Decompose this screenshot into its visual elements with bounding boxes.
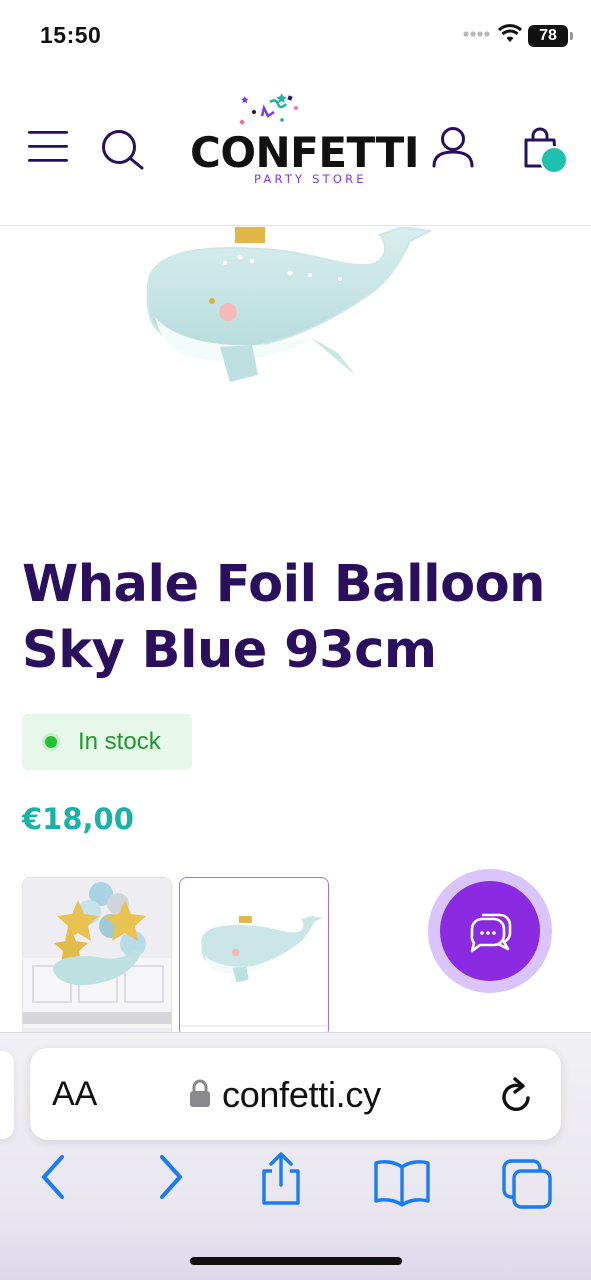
product-main-image <box>0 227 591 527</box>
back-icon[interactable] <box>36 1153 70 1201</box>
battery-icon: 78 <box>528 25 573 47</box>
signal-dots-icon <box>463 31 490 37</box>
reload-icon[interactable] <box>498 1074 536 1114</box>
battery-level: 78 <box>539 27 557 44</box>
share-icon[interactable] <box>256 1151 306 1207</box>
lock-icon <box>190 1079 210 1107</box>
chat-button-inner <box>440 881 540 981</box>
whale-thumbnail[interactable] <box>179 877 329 1037</box>
forward-icon[interactable] <box>154 1153 188 1201</box>
whale-balloon-image <box>146 227 434 382</box>
product-title: Whale Foil Balloon Sky Blue 93cm <box>22 555 545 680</box>
store-logo[interactable]: CONFETTI PARTY STORE <box>190 90 419 190</box>
status-bar: 15:50 78 <box>0 0 591 70</box>
balloon-bouquet-image <box>23 878 171 1036</box>
browser-toolbar: AA confetti.cy <box>0 1032 591 1280</box>
home-indicator[interactable] <box>190 1257 402 1265</box>
logo-subtitle: PARTY STORE <box>254 172 367 186</box>
cart-count-badge <box>540 146 568 174</box>
product-price: €18,00 <box>22 802 134 836</box>
chat-button[interactable] <box>428 869 552 993</box>
previous-tab-edge[interactable] <box>0 1051 14 1139</box>
address-bar[interactable]: AA confetti.cy <box>30 1048 561 1140</box>
store-header: CONFETTI PARTY STORE <box>0 70 591 226</box>
menu-icon[interactable] <box>26 128 70 164</box>
tabs-icon[interactable] <box>500 1157 556 1213</box>
stock-indicator-icon <box>42 733 60 751</box>
text-size-label: AA <box>52 1075 98 1113</box>
logo-wordmark: CONFETTI <box>190 128 419 177</box>
search-icon[interactable] <box>100 128 146 172</box>
status-time: 15:50 <box>40 22 102 48</box>
account-icon[interactable] <box>430 126 476 168</box>
chat-bubbles-icon <box>470 913 512 953</box>
url-text: confetti.cy <box>222 1074 381 1115</box>
wifi-icon <box>498 24 522 42</box>
bouquet-thumbnail[interactable] <box>22 877 172 1037</box>
stock-status-label: In stock <box>78 728 161 755</box>
text-size-button[interactable]: AA <box>52 1075 97 1114</box>
stock-status-badge: In stock <box>22 714 192 770</box>
whale-thumbnail-image <box>180 878 328 1036</box>
bookmarks-icon[interactable] <box>372 1159 432 1207</box>
